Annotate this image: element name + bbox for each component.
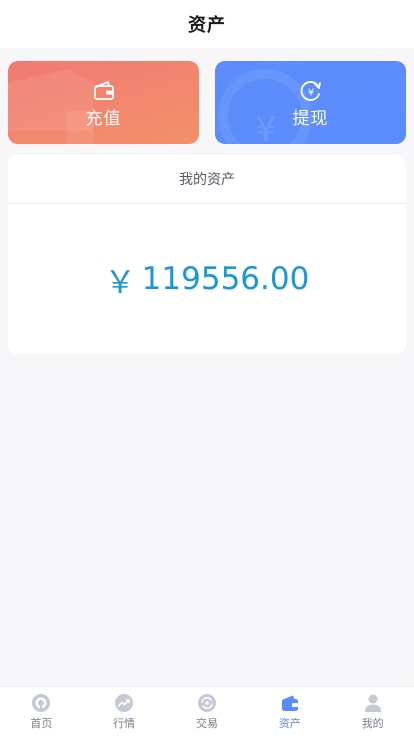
currency-symbol: ￥ (104, 264, 136, 301)
tab-profile-label: 我的 (361, 716, 384, 730)
user-icon (363, 693, 383, 713)
tab-home[interactable]: 首页 (0, 687, 83, 736)
yen-refresh-icon: ¥ (298, 78, 324, 104)
trend-icon (114, 693, 134, 713)
page-title: 资产 (188, 15, 226, 36)
home-icon (31, 693, 51, 713)
asset-amount: ￥ 119556.00 (8, 204, 406, 354)
exchange-icon (197, 693, 217, 713)
tab-market-label: 行情 (113, 716, 136, 730)
tab-home-label: 首页 (30, 716, 53, 730)
withdraw-button[interactable]: ¥ ¥ 提现 (215, 61, 406, 144)
tab-assets[interactable]: 资产 (248, 687, 331, 736)
tab-profile[interactable]: 我的 (331, 687, 414, 736)
tab-trade[interactable]: 交易 (166, 687, 249, 736)
recharge-button[interactable]: 充值 (8, 61, 199, 144)
withdraw-label: 提现 (292, 109, 329, 129)
wallet-icon (280, 693, 300, 713)
asset-amount-value: 119556.00 (141, 261, 310, 297)
wallet-icon (91, 78, 117, 104)
my-assets-title: 我的资产 (8, 155, 406, 204)
svg-text:¥: ¥ (255, 110, 277, 144)
app-header: 资产 (0, 0, 414, 48)
tab-trade-label: 交易 (195, 716, 218, 730)
my-assets-card: 我的资产 ￥ 119556.00 (8, 155, 406, 354)
tab-assets-label: 资产 (278, 716, 301, 730)
svg-text:¥: ¥ (307, 88, 313, 99)
recharge-label: 充值 (85, 109, 122, 129)
tab-market[interactable]: 行情 (83, 687, 166, 736)
bottom-tab-bar: 首页 行情 交易 资产 我的 (0, 686, 414, 736)
